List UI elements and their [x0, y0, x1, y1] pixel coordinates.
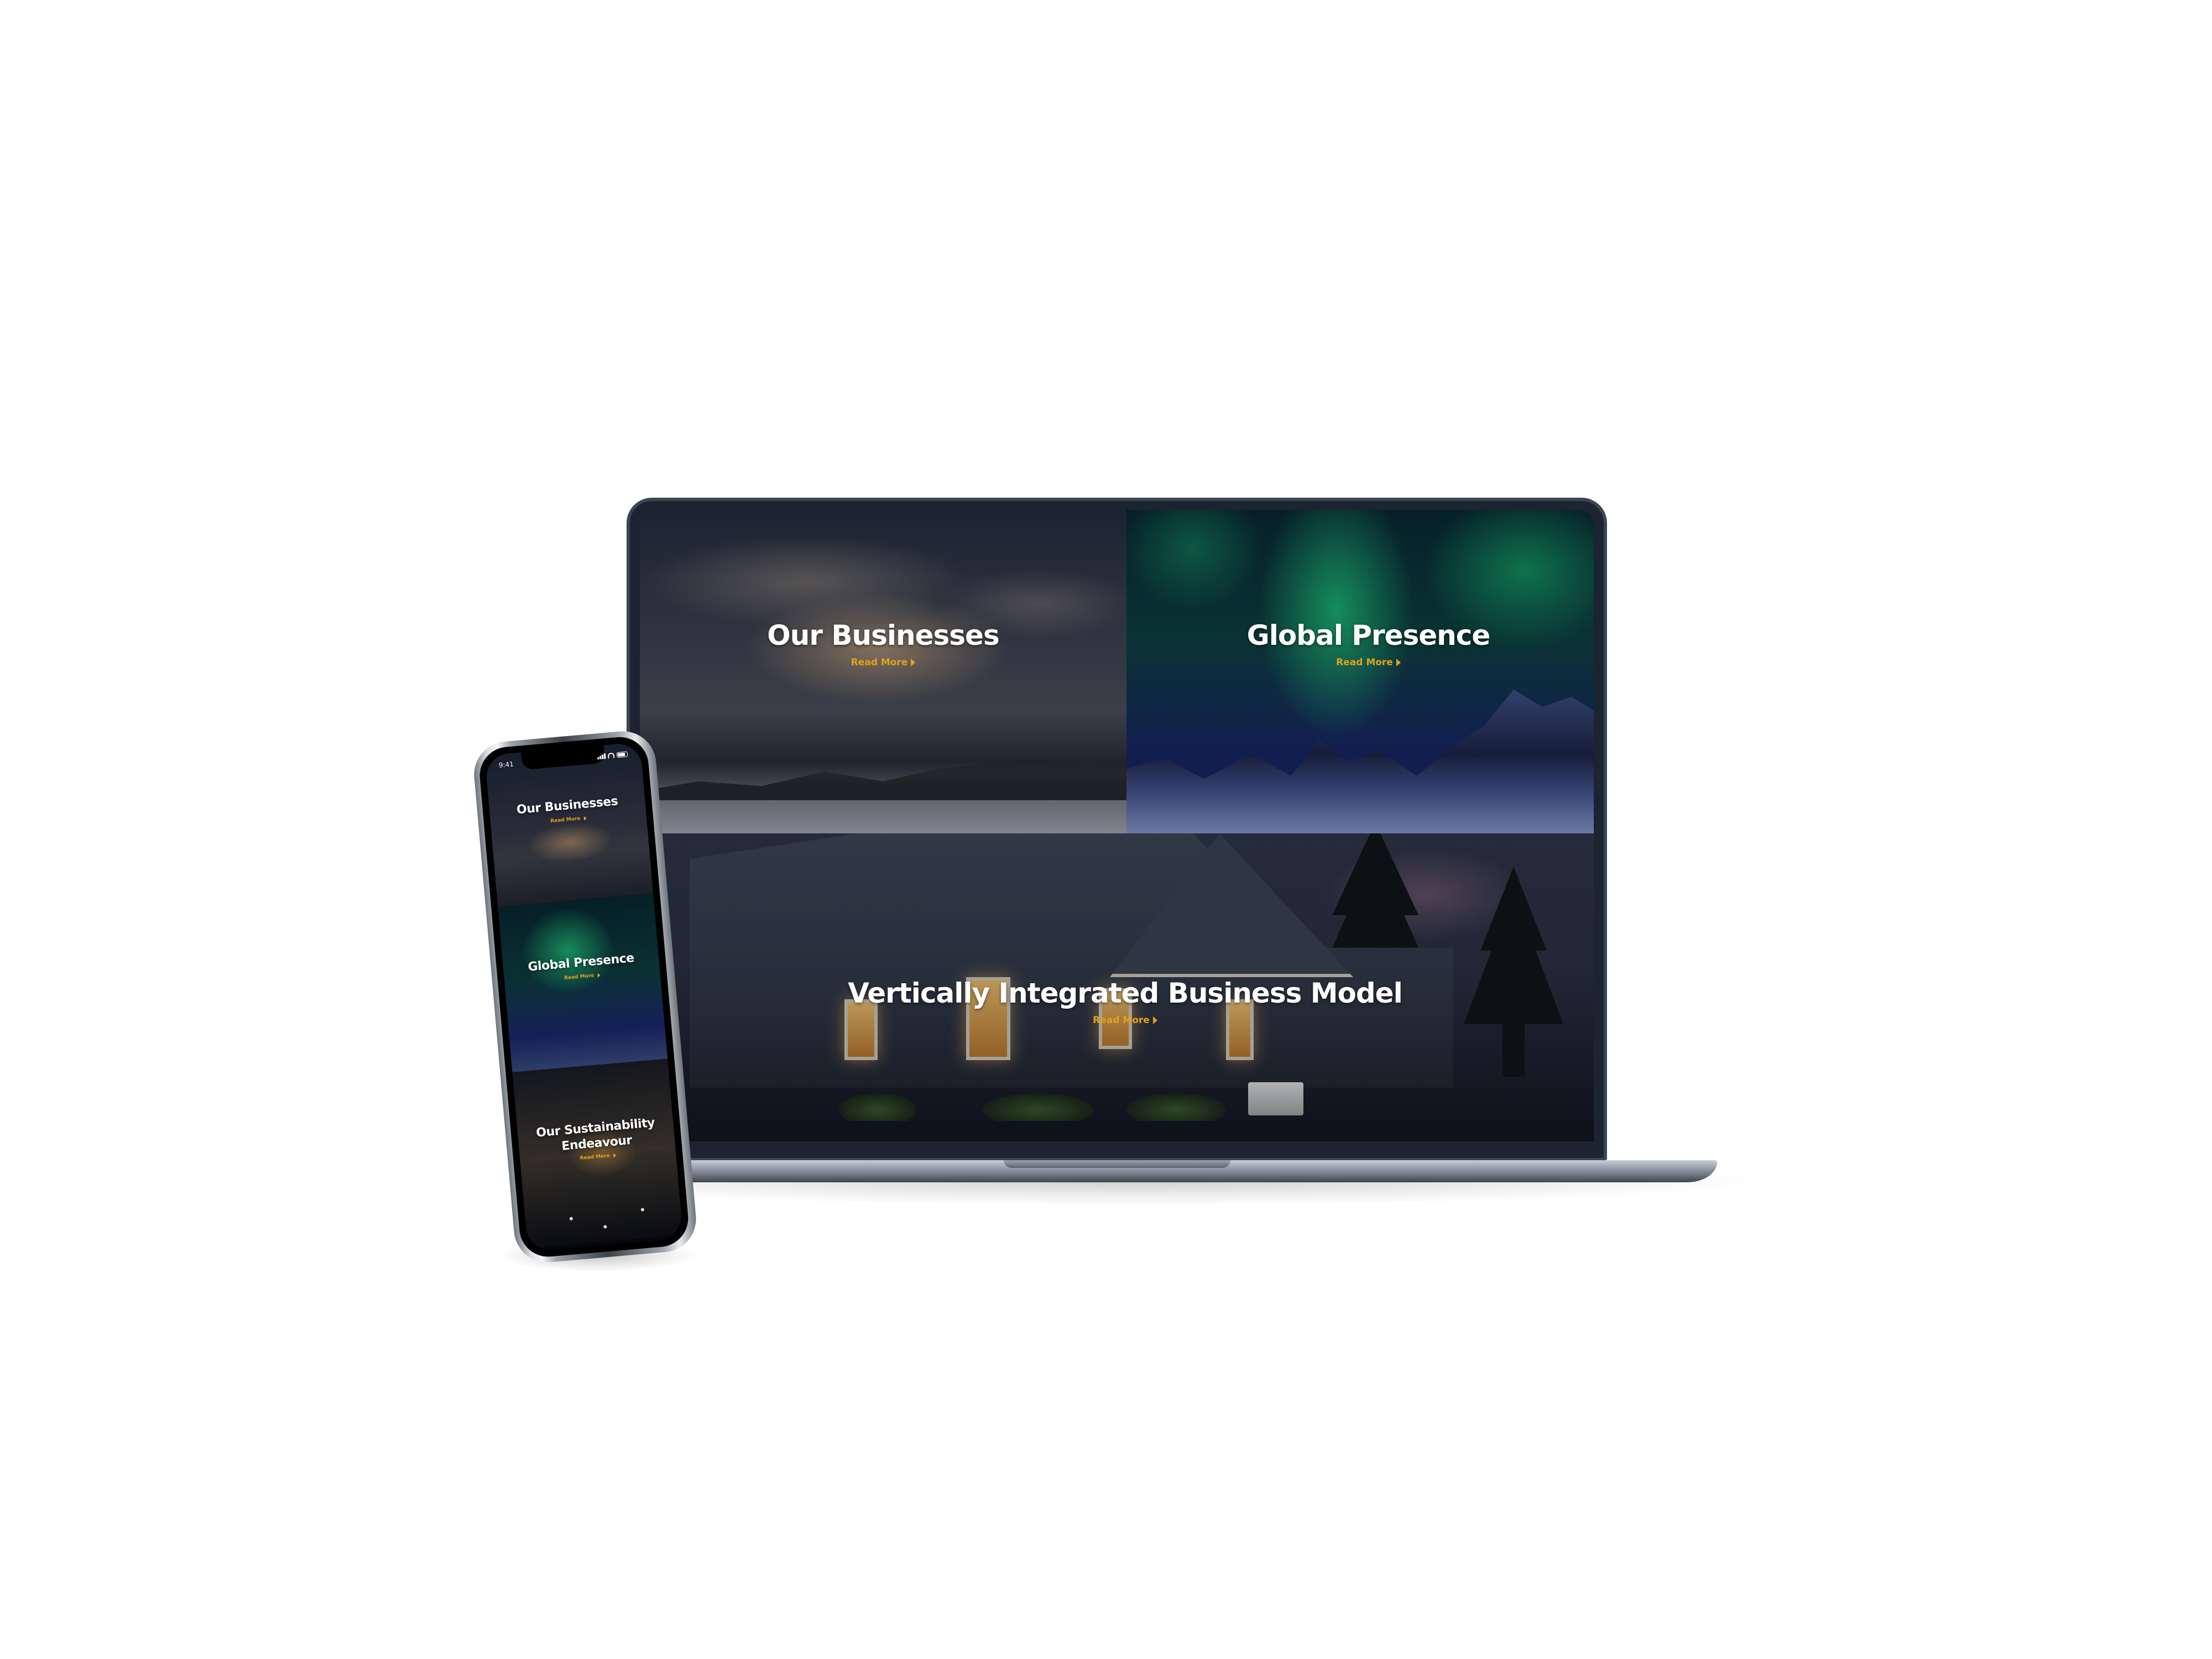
laptop-screen: Our Businesses Read More Global Presence…	[640, 510, 1594, 1141]
tile-title: Global Presence	[1246, 619, 1491, 651]
read-more-label: Read More	[550, 816, 581, 824]
read-more-link[interactable]: Read More	[1336, 657, 1401, 668]
tile-content: Global Presence Read More	[1126, 619, 1594, 668]
status-time: 9:41	[498, 760, 514, 769]
phone-tile-global-presence[interactable]: Global Presence Read More	[498, 893, 668, 1072]
tile-overlay	[640, 510, 1126, 833]
tile-content: Vertically Integrated Business Model Rea…	[640, 977, 1594, 1026]
tile-our-businesses[interactable]: Our Businesses Read More	[640, 510, 1126, 833]
chevron-right-icon	[597, 972, 601, 978]
read-more-label: Read More	[580, 1153, 611, 1161]
read-more-label: Read More	[564, 972, 594, 981]
read-more-label: Read More	[1093, 1015, 1150, 1026]
tile-vertically-integrated[interactable]: Vertically Integrated Business Model Rea…	[640, 833, 1594, 1141]
chevron-right-icon	[911, 659, 916, 666]
read-more-link[interactable]: Read More	[851, 657, 916, 668]
tile-title: Our Businesses	[767, 619, 999, 651]
chevron-right-icon	[1396, 659, 1401, 666]
read-more-label: Read More	[1336, 657, 1393, 668]
status-icons	[597, 751, 628, 760]
wifi-icon	[607, 752, 615, 759]
chevron-right-icon	[613, 1153, 617, 1158]
laptop-hinge-notch	[1004, 1160, 1230, 1168]
chevron-right-icon	[1152, 1016, 1157, 1024]
tile-overlay	[1126, 510, 1594, 833]
battery-icon	[616, 751, 628, 758]
phone-tile-sustainability[interactable]: Our Sustainability Endeavour Read More	[512, 1058, 684, 1249]
chevron-right-icon	[583, 816, 587, 821]
tile-global-presence[interactable]: Global Presence Read More	[1126, 510, 1594, 833]
read-more-link[interactable]: Read More	[1093, 1015, 1157, 1026]
tile-content: Our Businesses Read More	[640, 619, 1126, 668]
laptop-device: Our Businesses Read More Global Presence…	[627, 498, 1607, 1161]
signal-icon	[597, 753, 606, 760]
tile-title: Vertically Integrated Business Model	[848, 977, 1402, 1009]
read-more-label: Read More	[851, 657, 908, 668]
